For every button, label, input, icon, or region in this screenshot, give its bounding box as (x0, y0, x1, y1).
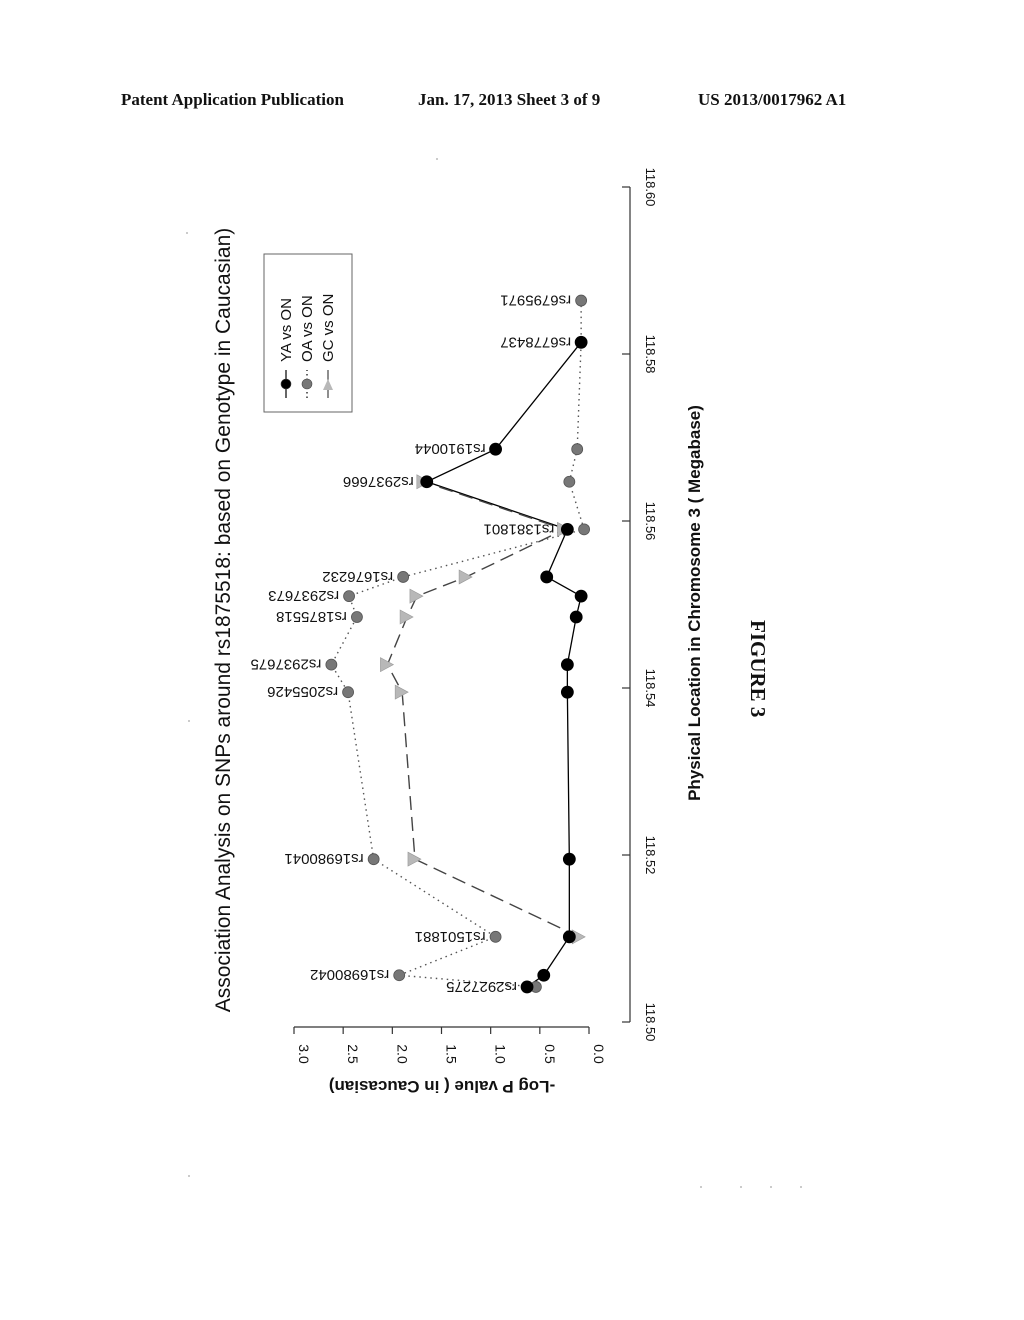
marker-oa-vs-on (575, 294, 588, 307)
scan-speck (800, 1186, 802, 1188)
x-tick-label: 118.60 (643, 168, 658, 207)
marker-oa-vs-on (367, 853, 380, 866)
legend-marker (280, 378, 292, 390)
marker-gc-vs-on (407, 851, 422, 867)
marker-ya-vs-on (560, 685, 574, 699)
x-tick-label: 118.50 (643, 1003, 658, 1042)
legend: YA vs ON OA vs ON GC vs ON (263, 253, 353, 413)
scan-speck (186, 232, 188, 234)
snp-label: rs1676232 (322, 568, 393, 585)
marker-oa-vs-on (563, 475, 576, 488)
figure-label: FIGURE 3 (746, 620, 770, 718)
scan-speck (740, 1186, 742, 1188)
marker-oa-vs-on (342, 686, 354, 699)
y-tick-label: 3.0 (296, 1044, 312, 1064)
series-line-1 (330, 300, 585, 988)
x-axis-title: Physical Location in Chromosome 3 ( Mega… (685, 405, 704, 801)
x-tick-label: 118.54 (643, 669, 658, 708)
y-tick-label: 0.5 (542, 1044, 558, 1064)
chart-title: Association Analysis on SNPs around rs18… (212, 228, 235, 1013)
snp-label: rs1910044 (415, 440, 486, 457)
legend-marker (301, 378, 313, 390)
snp-label: rs6795971 (500, 292, 571, 309)
y-tick-label: 2.0 (394, 1044, 410, 1064)
marker-oa-vs-on (571, 443, 584, 456)
y-tick-label: 1.0 (493, 1044, 509, 1064)
series-markers (325, 294, 590, 994)
marker-ya-vs-on (569, 610, 583, 624)
series-line-2 (386, 481, 580, 938)
legend-label: YA vs ON (278, 298, 295, 362)
marker-oa-vs-on (325, 658, 338, 671)
scan-speck (188, 1175, 190, 1177)
legend-label: OA vs ON (299, 295, 316, 362)
marker-oa-vs-on (351, 611, 363, 623)
snp-label: rs6778437 (500, 333, 571, 350)
series-line-0 (425, 341, 582, 988)
snp-label: rs16980041 (284, 850, 363, 867)
marker-ya-vs-on (420, 475, 434, 489)
marker-oa-vs-on (393, 969, 406, 982)
marker-oa-vs-on (578, 523, 590, 536)
marker-gc-vs-on (394, 684, 409, 700)
legend-label: GC vs ON (320, 294, 337, 362)
series-lines (330, 300, 585, 988)
snp-label: rs1381801 (484, 520, 555, 537)
scan-speck (436, 158, 438, 160)
x-tick-label: 118.56 (643, 502, 658, 541)
scan-speck (770, 1186, 772, 1188)
marker-oa-vs-on (343, 590, 355, 603)
marker-ya-vs-on (574, 589, 588, 603)
y-tick-label: 1.5 (444, 1044, 460, 1064)
snp-label: rs1501881 (415, 928, 486, 945)
scan-speck (188, 720, 190, 722)
marker-ya-vs-on (537, 968, 551, 982)
x-tick-label: 118.58 (643, 335, 658, 374)
x-tick-label: 118.52 (643, 836, 658, 875)
scan-speck (700, 1186, 702, 1188)
snp-label: rs2937673 (268, 587, 339, 604)
y-tick-label: 0.0 (591, 1044, 607, 1064)
marker-gc-vs-on (399, 609, 414, 625)
snp-label: rs2937675 (250, 656, 321, 673)
y-tick-label: 2.5 (345, 1044, 361, 1064)
marker-ya-vs-on (520, 980, 534, 994)
marker-gc-vs-on (380, 657, 395, 673)
y-axis-title: -Log P value ( in Caucasian) (329, 1077, 555, 1096)
marker-ya-vs-on (574, 335, 588, 349)
snp-label: rs1875518 (276, 608, 347, 625)
marker-ya-vs-on (489, 442, 502, 456)
marker-ya-vs-on (540, 570, 554, 584)
marker-oa-vs-on (489, 930, 502, 943)
marker-ya-vs-on (560, 658, 574, 672)
marker-ya-vs-on (562, 852, 576, 866)
marker-ya-vs-on (562, 930, 576, 944)
association-chart: 118.50 118.52 118.54 118.56 118.58 118.60 0.0 0… (212, 168, 704, 1096)
marker-gc-vs-on (458, 569, 473, 585)
marker-gc-vs-on (409, 588, 424, 604)
snp-label: rs2055426 (267, 683, 338, 700)
snp-label: rs2927275 (446, 978, 517, 995)
marker-oa-vs-on (397, 571, 410, 583)
snp-label: rs2937666 (343, 473, 414, 490)
marker-ya-vs-on (560, 522, 574, 536)
snp-label: rs16980042 (310, 966, 389, 983)
